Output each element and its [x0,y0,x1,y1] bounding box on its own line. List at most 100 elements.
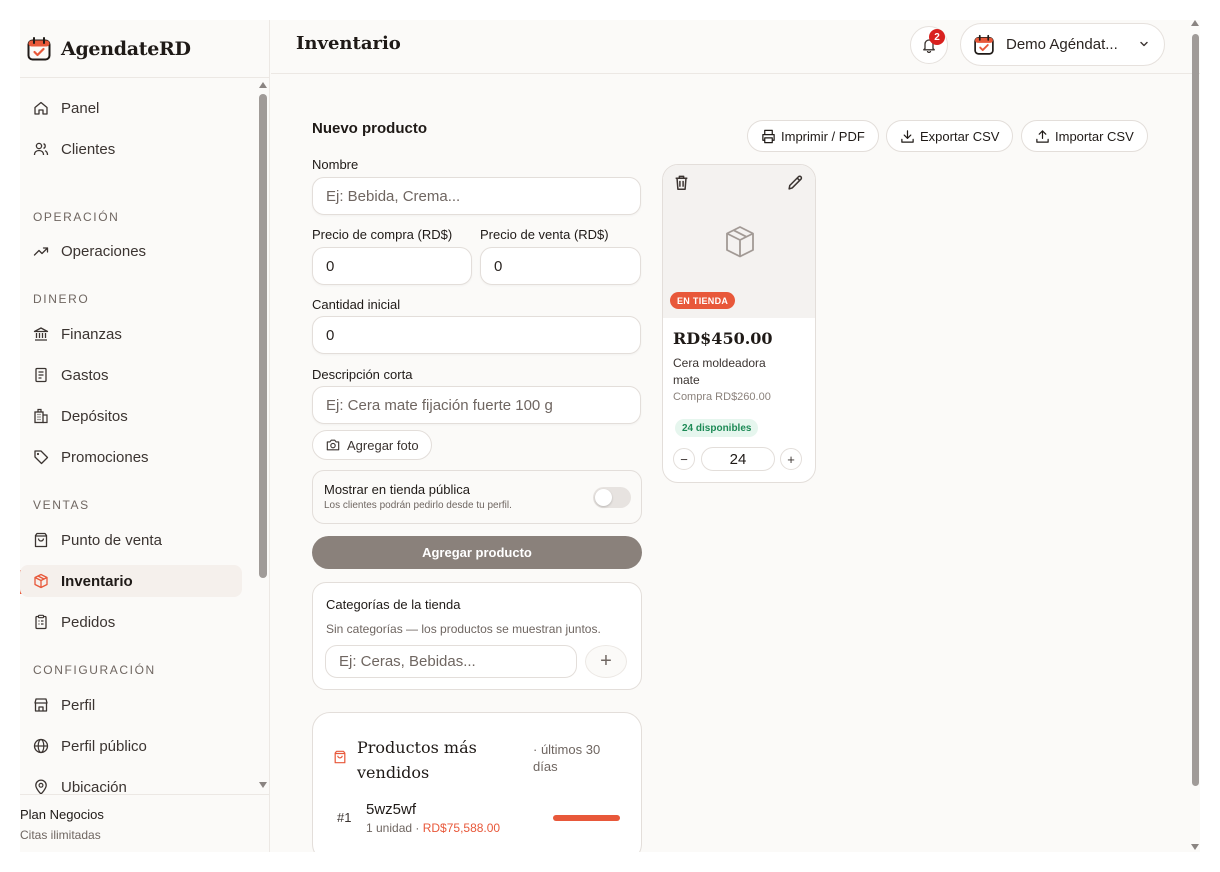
public-store-toggle-card: Mostrar en tienda pública Los clientes p… [312,470,642,524]
add-product-button[interactable]: Agregar producto [312,536,642,569]
nav-section-dinero: DINERO [33,292,90,306]
sidebar-item-panel[interactable]: Panel [20,92,242,124]
sidebar-item-perfil-publico[interactable]: Perfil público [20,730,242,762]
brand-name: AgendateRD [61,37,191,60]
scroll-down-arrow-icon[interactable] [259,782,267,788]
print-pdf-button[interactable]: Imprimir / PDF [747,120,879,152]
scroll-up-arrow-icon[interactable] [1191,20,1199,26]
increase-qty-button[interactable]: + [780,448,802,470]
clipboard-icon [32,613,50,631]
sidebar-item-gastos[interactable]: Gastos [20,359,242,391]
scroll-down-arrow-icon[interactable] [1191,844,1199,850]
short-desc-input[interactable]: Ej: Cera mate fijación fuerte 100 g [312,386,641,424]
sidebar-item-perfil[interactable]: Perfil [20,689,242,721]
sidebar-item-punto-de-venta[interactable]: Punto de venta [20,524,242,556]
stock-badge: 24 disponibles [675,419,759,437]
account-switcher[interactable]: Demo Agéndat... [960,23,1165,66]
download-icon [900,129,915,144]
box-icon [32,572,50,590]
sell-price-label: Precio de venta (RD$) [480,227,609,242]
map-pin-icon [32,778,50,794]
plan-description: Citas ilimitadas [20,828,101,842]
main-scrollbar[interactable] [1190,20,1200,852]
buy-price-input[interactable]: 0 [312,247,472,285]
toggle-knob [595,489,612,506]
main-scroll-thumb[interactable] [1192,34,1199,786]
sidebar-item-clientes[interactable]: Clientes [20,133,242,165]
initial-qty-input[interactable]: 0 [312,316,641,354]
scroll-up-arrow-icon[interactable] [259,82,267,88]
building-icon [32,407,50,425]
bank-icon [32,325,50,343]
sell-price-input[interactable]: 0 [480,247,641,285]
add-photo-button[interactable]: Agregar foto [312,430,432,460]
store-icon [32,696,50,714]
product-name: Cera moldeadora mate [673,356,766,387]
account-name: Demo Agéndat... [1006,36,1118,53]
decrease-qty-button[interactable]: − [673,448,695,470]
short-desc-label: Descripción corta [312,367,413,382]
top-products-period: · últimos 30 días [533,742,601,774]
plan-name: Plan Negocios [20,807,104,822]
nav-section-ventas: VENTAS [33,498,90,512]
sidebar-item-depositos[interactable]: Depósitos [20,400,242,432]
product-card[interactable]: EN TIENDA RD$450.00 Cera moldeadora mate… [662,164,816,483]
top-product-share-bar [553,815,620,821]
pencil-icon[interactable] [787,174,804,191]
public-store-toggle[interactable] [593,487,631,508]
store-categories-card: Categorías de la tienda Sin categorías —… [312,582,642,690]
categories-empty-text: Sin categorías — los productos se muestr… [326,622,601,636]
nav-section-configuracion: CONFIGURACIÓN [33,663,156,677]
public-toggle-title: Mostrar en tienda pública [324,482,470,497]
sidebar-item-ubicacion[interactable]: Ubicación [20,771,242,794]
sidebar-item-operaciones[interactable]: Operaciones [20,235,242,267]
product-price: RD$450.00 [673,329,773,348]
form-title: Nuevo producto [312,120,427,137]
top-product-units: 1 unidad [366,821,413,835]
sidebar-item-label: Finanzas [61,325,122,343]
sidebar-item-pedidos[interactable]: Pedidos [20,606,242,638]
sidebar-item-inventario[interactable]: Inventario [20,565,242,597]
package-icon [726,226,754,258]
import-csv-button[interactable]: Importar CSV [1021,120,1148,152]
sidebar-item-label: Ubicación [61,778,127,795]
sidebar-item-label: Punto de venta [61,531,162,549]
print-pdf-label: Imprimir / PDF [781,128,865,144]
sidebar-scroll-thumb[interactable] [259,94,267,578]
plan-info[interactable]: Plan Negocios Citas ilimitadas [20,794,270,852]
users-icon [32,140,50,158]
sidebar-item-label: Perfil público [61,737,147,755]
upload-icon [1035,129,1050,144]
add-category-button[interactable]: + [585,645,627,678]
notifications-button[interactable]: 2 [910,26,948,64]
home-icon [32,99,50,117]
name-label: Nombre [312,157,359,172]
add-photo-label: Agregar foto [347,437,419,453]
shopping-bag-icon [32,531,50,549]
sidebar-nav: Panel Clientes OPERACIÓN Operaciones DIN… [20,78,270,794]
sidebar-item-label: Clientes [61,140,116,158]
sidebar-item-finanzas[interactable]: Finanzas [20,318,242,350]
sidebar-item-label: Gastos [61,366,109,384]
top-product-meta: 1 unidad · RD$75,588.00 [366,821,500,835]
name-input[interactable]: Ej: Bebida, Crema... [312,177,641,215]
notification-count-badge: 2 [929,29,945,45]
sidebar-scrollbar[interactable] [258,78,268,794]
sidebar-item-label: Promociones [61,448,149,466]
initial-qty-label: Cantidad inicial [312,297,401,312]
calendar-check-icon [27,36,51,60]
sidebar-item-label: Inventario [61,572,133,590]
export-csv-button[interactable]: Exportar CSV [886,120,1014,152]
nav-section-operacion: OPERACIÓN [33,210,120,224]
buy-price-label: Precio de compra (RD$) [312,227,453,242]
category-input[interactable]: Ej: Ceras, Bebidas... [325,645,577,678]
sidebar-item-label: Perfil [61,696,96,714]
sidebar-item-promociones[interactable]: Promociones [20,441,242,473]
qty-input[interactable]: 24 [701,447,775,471]
sidebar: AgendateRD Panel Clientes OPERACIÓN Oper… [20,20,270,852]
export-csv-label: Exportar CSV [920,128,1000,144]
trash-icon[interactable] [673,174,690,191]
import-csv-label: Importar CSV [1055,128,1134,144]
page-title: Inventario [296,33,401,54]
brand[interactable]: AgendateRD [20,20,270,78]
